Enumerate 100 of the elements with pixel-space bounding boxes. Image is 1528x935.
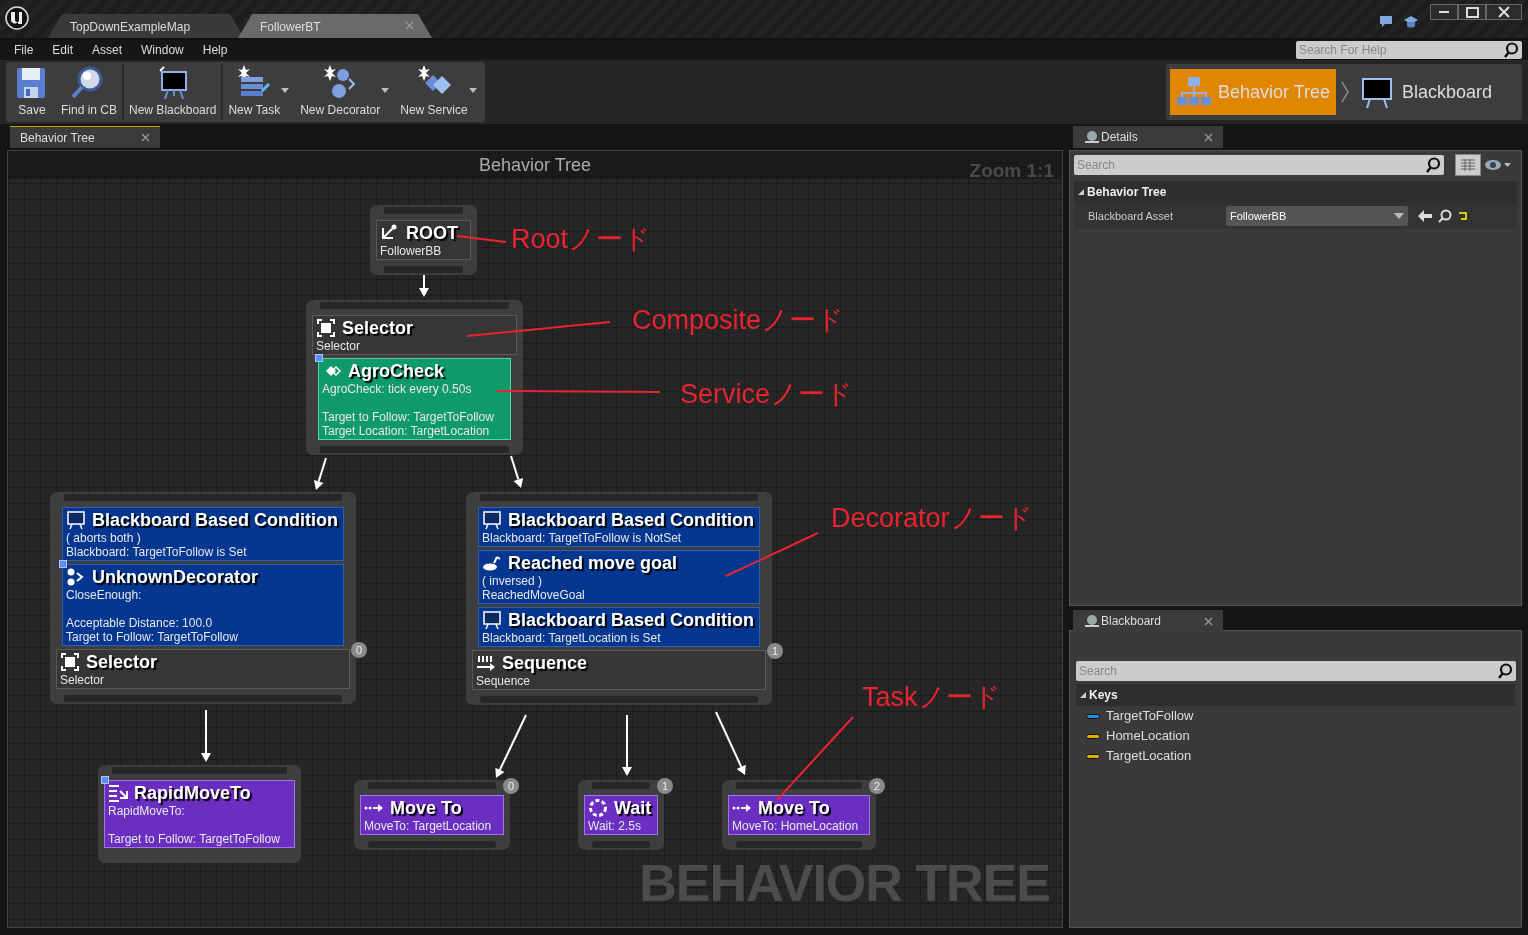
arrow-left-icon[interactable] — [1418, 210, 1432, 222]
node-title: Move To — [758, 797, 830, 819]
execution-index: 2 — [869, 778, 885, 794]
annotation-label: Serviceノード — [680, 378, 854, 410]
minimize-icon — [1438, 10, 1450, 14]
graph-node[interactable]: ROOT FollowerBB — [370, 205, 477, 275]
leader-line — [456, 235, 507, 243]
graduation-cap-icon[interactable] — [1403, 14, 1419, 28]
node-description: Sequence — [476, 674, 532, 688]
easel-icon — [66, 510, 86, 530]
close-icon[interactable] — [141, 133, 150, 142]
node-title: AgroCheck — [348, 360, 445, 382]
section-title: Keys — [1089, 687, 1118, 704]
connector-arrow — [622, 714, 632, 776]
menu-item[interactable]: File — [14, 41, 44, 59]
easel-icon — [482, 610, 502, 630]
toolbar-button[interactable]: Save — [8, 62, 56, 122]
search-field[interactable]: Search — [1074, 155, 1444, 175]
node-description: Blackboard: TargetToFollow is Set — [66, 545, 248, 559]
panel-icon — [1083, 129, 1101, 145]
blackboard-panel-tab[interactable]: Blackboard — [1073, 610, 1223, 632]
toolbar-button[interactable]: New Decorator — [295, 62, 386, 122]
node-description: CloseEnough: — [66, 588, 143, 602]
close-icon[interactable] — [1204, 132, 1213, 142]
menu-item[interactable]: Help — [202, 41, 238, 59]
node-description: Blackboard: TargetToFollow is NotSet — [482, 531, 683, 545]
search-icon — [1497, 663, 1513, 679]
node-description: Selector — [316, 339, 362, 353]
maximize-button[interactable] — [1458, 4, 1486, 20]
section-title: Behavior Tree — [1087, 184, 1167, 201]
rapid-move-icon — [108, 783, 128, 803]
blackboard-key[interactable]: TargetToFollow — [1070, 706, 1521, 726]
reset-icon[interactable] — [1458, 211, 1468, 221]
caret-icon — [1394, 213, 1404, 219]
mode-tab[interactable]: Blackboard — [1354, 69, 1499, 115]
annotation-label: Rootノード — [511, 223, 652, 255]
section-header[interactable]: Behavior Tree — [1074, 181, 1517, 203]
decorator-node[interactable]: Reached move goal ( inversed ) ReachedMoveGoal — [478, 550, 760, 604]
close-icon[interactable] — [405, 21, 414, 30]
node-description: AgroCheck: tick every 0.50s — [322, 382, 473, 396]
decorator-node[interactable]: Blackboard Based Condition Blackboard: TargetLocation is Set — [478, 607, 760, 647]
connector-arrow — [313, 457, 327, 490]
root-node[interactable]: ROOT FollowerBB — [376, 220, 471, 260]
graph-node[interactable]: RapidMoveTo RapidMoveTo: Target to Follow: TargetToFollow — [98, 765, 301, 863]
node-description: Selector — [60, 673, 106, 687]
grid-icon — [1461, 159, 1475, 171]
close-button[interactable] — [1486, 4, 1522, 20]
decorator-node[interactable]: Blackboard Based Condition ( aborts both ) Blackboard: TargetToFollow is Set — [62, 507, 344, 561]
node-description: MoveTo: TargetLocation — [364, 819, 493, 833]
caret-icon — [468, 88, 477, 93]
node-title: Sequence — [502, 652, 588, 674]
search-field[interactable]: Search For Help — [1296, 41, 1522, 59]
node-title: ROOT — [406, 222, 458, 244]
toolbar-button[interactable]: Find in CB — [56, 62, 123, 122]
menu-item[interactable]: Edit — [52, 41, 84, 59]
search-icon — [1425, 157, 1441, 173]
chevron-icon — [1340, 80, 1351, 104]
section-header[interactable]: Keys — [1076, 684, 1515, 706]
node-description: Target to Follow: TargetToFollow — [322, 410, 495, 424]
search-field[interactable]: Search — [1076, 661, 1516, 681]
chat-icon[interactable] — [1378, 14, 1394, 28]
node-title: Move To — [390, 797, 462, 819]
eye-icon[interactable] — [1484, 158, 1512, 172]
selector-icon — [316, 318, 336, 338]
annotation-label: Taskノード — [862, 681, 1001, 713]
toolbar-button[interactable]: New Service — [395, 62, 473, 122]
composite-node[interactable]: Selector Selector — [312, 315, 517, 355]
menu-item[interactable]: Asset — [92, 41, 133, 59]
blackboard-key[interactable]: TargetLocation — [1070, 746, 1521, 766]
node-description: Target to Follow: TargetToFollow — [108, 832, 281, 846]
node-description: Target to Follow: TargetToFollow — [66, 630, 239, 644]
close-icon[interactable] — [1204, 616, 1213, 626]
node-title: RapidMoveTo — [134, 782, 251, 804]
annotation-label: Compositeノード — [632, 304, 845, 336]
wait-icon — [588, 798, 608, 818]
minimize-button[interactable] — [1430, 4, 1458, 20]
node-title: Selector — [86, 651, 158, 673]
search-icon[interactable] — [1438, 209, 1452, 223]
node-description: MoveTo: HomeLocation — [732, 819, 860, 833]
collapse-triangle-icon — [1080, 692, 1086, 698]
annotation-label: Decoratorノード — [831, 502, 1033, 534]
document-tab[interactable]: FollowerBT — [238, 14, 432, 38]
close-icon — [1498, 6, 1510, 18]
node-title: Blackboard Based Condition — [508, 609, 755, 631]
asset-dropdown[interactable]: FollowerBB — [1226, 206, 1408, 226]
selector-icon — [60, 652, 80, 672]
toolbar-button[interactable]: New Blackboard — [124, 62, 222, 122]
blackboard-key[interactable]: HomeLocation — [1070, 726, 1521, 746]
details-panel-tab[interactable]: Details — [1073, 126, 1223, 148]
graph-node[interactable]: Selector Selector AgroCheck AgroCheck: tick every 0.50s Target to Follow: TargetToFollow Target Location: TargetLocation — [306, 300, 523, 455]
execution-index: 0 — [503, 778, 519, 794]
decorator-node[interactable]: Blackboard Based Condition Blackboard: TargetToFollow is NotSet — [478, 507, 760, 547]
toolbar-button[interactable]: New Task — [223, 62, 286, 122]
node-title: Blackboard Based Condition — [92, 509, 339, 531]
node-title: Reached move goal — [508, 552, 678, 574]
graph-panel-tab[interactable]: Behavior Tree — [10, 126, 160, 148]
menu-item[interactable]: Window — [141, 41, 194, 59]
connector-arrow — [201, 709, 211, 762]
sequence-icon — [476, 653, 496, 673]
input-pin[interactable] — [736, 782, 862, 789]
